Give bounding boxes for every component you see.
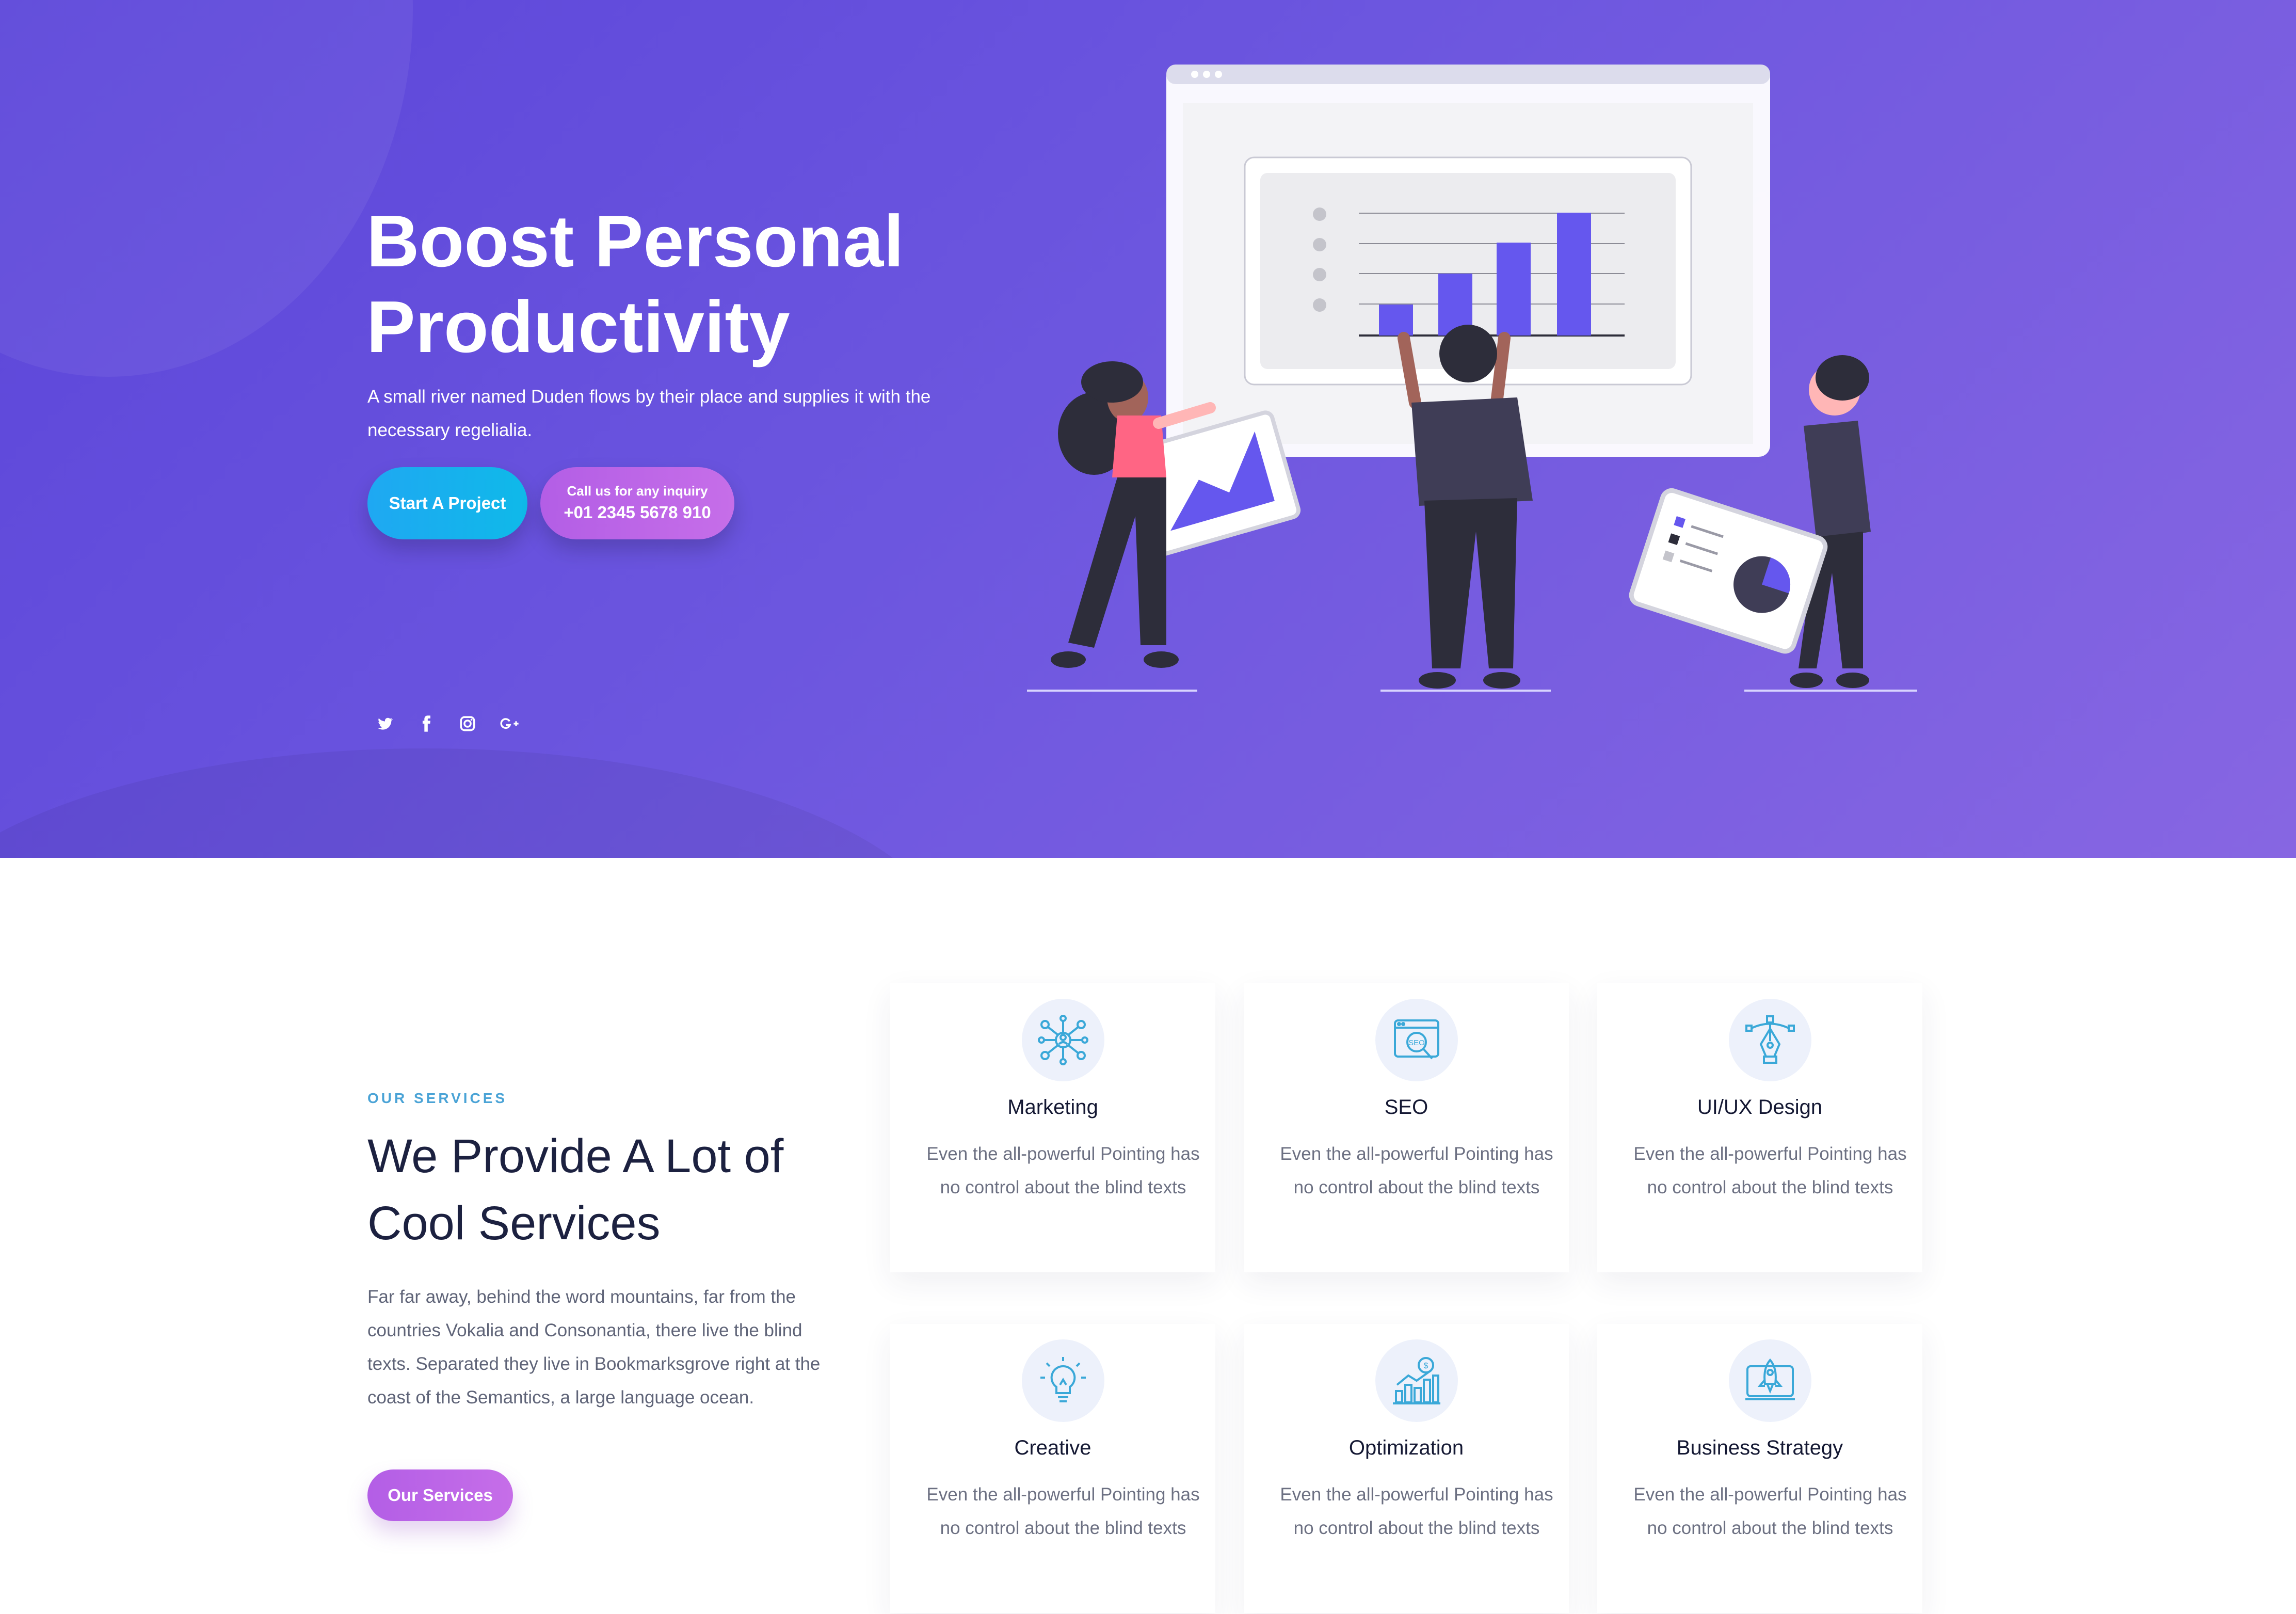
service-card-business-strategy[interactable]: Business Strategy Even the all-powerful …	[1597, 1324, 1922, 1613]
hero-decor-wave	[0, 748, 955, 858]
svg-text:SEO: SEO	[1408, 1038, 1425, 1047]
hero-title-line2: Productivity	[366, 286, 790, 368]
call-phone-number: +01 2345 5678 910	[564, 503, 711, 522]
services-description: Far far away, behind the word mountains,…	[367, 1287, 821, 1408]
instagram-icon[interactable]	[457, 715, 478, 737]
service-title: UI/UX Design	[1697, 1096, 1823, 1118]
hero-subtitle: A small river named Duden flows by their…	[367, 387, 931, 440]
services-eyebrow: OUR SERVICES	[367, 1090, 508, 1106]
call-inquiry-label: Call us for any inquiry	[567, 483, 708, 499]
browser-titlebar	[1166, 65, 1770, 84]
social-links	[374, 715, 520, 737]
service-card-optimization[interactable]: $ Optimization Even the all-powerful Poi…	[1244, 1324, 1569, 1613]
hero-title: Boost Personal Productivity	[366, 199, 1115, 370]
service-card-seo[interactable]: SEO SEO Even the all-powerful Pointing h…	[1244, 983, 1569, 1272]
service-text: Even the all-powerful Pointing has no co…	[1633, 1144, 1907, 1197]
services-title-line1: We Provide A Lot of	[367, 1130, 784, 1182]
chart-bar	[1557, 213, 1591, 335]
lightbulb-icon	[1022, 1339, 1104, 1422]
chart-bar	[1497, 243, 1531, 335]
svg-text:$: $	[1424, 1362, 1428, 1370]
service-text: Even the all-powerful Pointing has no co…	[926, 1144, 1200, 1197]
service-card-uiux[interactable]: UI/UX Design Even the all-powerful Point…	[1597, 983, 1922, 1272]
hero-section: Boost Personal Productivity A small rive…	[0, 0, 2296, 858]
facebook-icon[interactable]	[415, 715, 437, 737]
rocket-icon	[1729, 1339, 1811, 1422]
service-title: SEO	[1384, 1096, 1428, 1118]
service-text: Even the all-powerful Pointing has no co…	[926, 1484, 1200, 1538]
service-text: Even the all-powerful Pointing has no co…	[1633, 1484, 1907, 1538]
service-card-creative[interactable]: Creative Even the all-powerful Pointing …	[890, 1324, 1215, 1613]
service-card-marketing[interactable]: Marketing Even the all-powerful Pointing…	[890, 983, 1215, 1272]
services-title-line2: Cool Services	[367, 1197, 661, 1250]
chart-bar	[1379, 305, 1413, 335]
service-title: Optimization	[1348, 1436, 1464, 1459]
our-services-button[interactable]: Our Services	[367, 1469, 513, 1521]
seo-search-icon: SEO	[1375, 999, 1458, 1081]
service-text: Even the all-powerful Pointing has no co…	[1280, 1484, 1553, 1538]
service-title: Marketing	[1007, 1096, 1098, 1118]
pen-tool-icon	[1729, 999, 1811, 1081]
google-plus-icon[interactable]	[498, 715, 520, 737]
call-inquiry-button[interactable]: Call us for any inquiry +01 2345 5678 91…	[540, 467, 734, 539]
network-icon	[1022, 999, 1104, 1081]
growth-chart-icon: $	[1375, 1339, 1458, 1422]
hero-decor-circle	[0, 0, 413, 377]
start-project-button[interactable]: Start A Project	[367, 467, 527, 539]
service-title: Business Strategy	[1676, 1436, 1843, 1459]
services-title: We Provide A Lot of Cool Services	[367, 1123, 858, 1257]
productivity-illustration	[1027, 65, 1917, 692]
hero-title-line1: Boost Personal	[366, 200, 904, 282]
service-text: Even the all-powerful Pointing has no co…	[1280, 1144, 1553, 1197]
twitter-icon[interactable]	[374, 715, 396, 737]
service-title: Creative	[1014, 1436, 1091, 1459]
